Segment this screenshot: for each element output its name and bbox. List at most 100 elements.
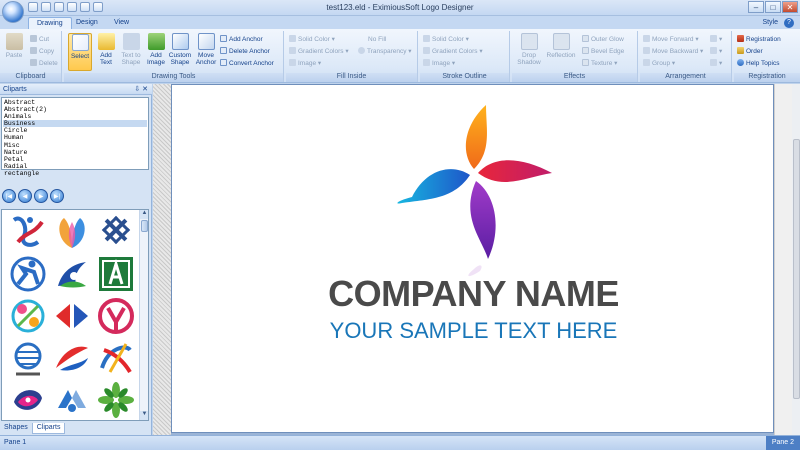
custom-shape-button[interactable]: Custom Shape (168, 33, 192, 66)
category-item[interactable]: Abstract(2) (3, 106, 147, 113)
category-item[interactable]: rectangle (3, 170, 147, 177)
workspace: COMPANY NAME YOUR SAMPLE TEXT HERE (153, 84, 800, 435)
outer-glow-button[interactable]: Outer Glow (582, 35, 624, 44)
stroke-gradient-colors-button[interactable]: Gradient Colors ▾ (423, 47, 483, 56)
clipart-thumbnail[interactable] (8, 212, 48, 252)
drop-shadow-button[interactable]: Drop Shadow (514, 33, 544, 66)
rotate-button[interactable]: ▾ (710, 59, 722, 68)
group-button[interactable]: Group ▾ (643, 59, 675, 68)
scroll-up-icon[interactable]: ▲ (140, 210, 148, 219)
previous-page-icon[interactable]: ◀ (18, 189, 32, 203)
stroke-solid-color-button[interactable]: Solid Color ▾ (423, 35, 469, 44)
add-anchor-button[interactable]: Add Anchor (220, 35, 263, 44)
clipart-thumbnail[interactable] (8, 254, 48, 294)
add-text-button[interactable]: Add Text (94, 33, 118, 66)
canvas-scrollbar[interactable] (774, 84, 800, 435)
category-item[interactable]: Nature (3, 149, 147, 156)
order-button[interactable]: Order (737, 47, 763, 56)
move-anchor-button[interactable]: Move Anchor (194, 33, 218, 66)
next-page-icon[interactable]: ▶ (34, 189, 48, 203)
company-name-text[interactable]: COMPANY NAME (172, 273, 775, 315)
move-backward-button[interactable]: Move Backward ▾ (643, 47, 703, 56)
category-item[interactable]: Misc (3, 142, 147, 149)
close-button[interactable]: ✕ (782, 1, 798, 13)
transparency-button[interactable]: Transparency ▾ (358, 47, 412, 56)
order-icon (737, 47, 744, 54)
clipart-thumbnail[interactable] (96, 296, 136, 336)
copy-icon (30, 47, 37, 54)
clipart-thumbnail[interactable] (52, 254, 92, 294)
category-item[interactable]: Abstract (3, 99, 147, 106)
category-item[interactable]: Radial (3, 163, 147, 170)
first-page-icon[interactable]: |◀ (2, 189, 16, 203)
convert-anchor-button[interactable]: Convert Anchor (220, 59, 274, 68)
align-button[interactable]: ▾ (710, 35, 722, 44)
fill-inside-group: Solid Color ▾ No Fill Gradient Colors ▾ … (286, 31, 418, 82)
arrangement-group-label: Arrangement (640, 73, 731, 82)
effects-group: Drop Shadow Reflection Outer Glow Bevel … (512, 31, 638, 82)
no-fill-button[interactable]: No Fill (368, 35, 386, 44)
fill-gradient-colors-button[interactable]: Gradient Colors ▾ (289, 47, 349, 56)
registration-group: Registration Order Help Topics Registrat… (734, 31, 800, 82)
flip-button[interactable]: ▾ (710, 47, 722, 56)
delete-anchor-button[interactable]: Delete Anchor (220, 47, 270, 56)
move-backward-icon (643, 47, 650, 54)
text-to-shape-button[interactable]: Text to Shape (119, 33, 143, 66)
move-forward-icon (643, 35, 650, 42)
clipart-thumbnail[interactable] (8, 380, 48, 420)
design-canvas[interactable]: COMPANY NAME YOUR SAMPLE TEXT HERE (171, 84, 774, 433)
clipart-thumbnail[interactable] (52, 296, 92, 336)
delete-icon (30, 59, 37, 66)
clipart-thumbnail[interactable] (8, 338, 48, 378)
align-icon (710, 35, 717, 42)
tagline-text[interactable]: YOUR SAMPLE TEXT HERE (172, 318, 775, 344)
category-item-selected[interactable]: Business (3, 120, 147, 128)
tab-cliparts[interactable]: Cliparts (31, 423, 66, 434)
pin-close-icons[interactable]: ⇩ ✕ (134, 85, 148, 93)
last-page-icon[interactable]: ▶| (50, 189, 64, 203)
fill-solid-color-button[interactable]: Solid Color ▾ (289, 35, 335, 44)
clipart-thumbnail[interactable] (96, 254, 136, 294)
move-forward-button[interactable]: Move Forward ▾ (643, 35, 699, 44)
drop-shadow-icon (520, 33, 538, 50)
canvas-scroll-thumb[interactable] (793, 139, 800, 399)
clipart-category-list[interactable]: Abstract Abstract(2) Animals Business Ci… (1, 97, 149, 177)
registration-button[interactable]: Registration (737, 35, 781, 44)
fill-image-button[interactable]: Image ▾ (289, 59, 321, 68)
clipart-thumbnail[interactable] (96, 212, 136, 252)
thumbnails-scrollbar[interactable]: ▲ ▼ (139, 210, 148, 420)
logo-graphic[interactable] (390, 99, 558, 279)
stroke-outline-group: Solid Color ▾ Gradient Colors ▾ Image ▾ … (420, 31, 510, 82)
tab-shapes[interactable]: Shapes (0, 423, 32, 434)
help-topics-button[interactable]: Help Topics (737, 59, 779, 68)
cut-button[interactable]: Cut (30, 35, 49, 44)
scroll-down-icon[interactable]: ▼ (140, 411, 148, 420)
bevel-edge-icon (582, 47, 589, 54)
clipart-thumbnail[interactable] (52, 380, 92, 420)
transparency-icon (358, 47, 365, 54)
clipart-thumbnail[interactable] (52, 338, 92, 378)
scroll-thumb[interactable] (141, 220, 148, 232)
add-image-button[interactable]: Add Image (144, 33, 168, 66)
delete-button[interactable]: Delete (30, 59, 58, 68)
clipart-thumbnail[interactable] (52, 212, 92, 252)
bevel-edge-button[interactable]: Bevel Edge (582, 47, 624, 56)
stroke-image-button[interactable]: Image ▾ (423, 59, 455, 68)
paste-button[interactable]: Paste (2, 33, 26, 59)
clipart-thumbnail[interactable] (96, 338, 136, 378)
select-button[interactable]: Select (68, 33, 92, 71)
clipart-thumbnail[interactable] (96, 380, 136, 420)
style-menu[interactable]: Style (762, 19, 778, 26)
maximize-button[interactable]: □ (765, 1, 781, 13)
category-item[interactable]: Circle (3, 127, 147, 134)
clipart-thumbnail[interactable] (8, 296, 48, 336)
category-item[interactable]: Petal (3, 156, 147, 163)
application-menu-button[interactable] (2, 1, 24, 23)
minimize-button[interactable]: – (748, 1, 764, 13)
help-icon[interactable]: ? (784, 18, 794, 28)
category-item[interactable]: Human (3, 134, 147, 141)
category-item[interactable]: Animals (3, 113, 147, 120)
copy-button[interactable]: Copy (30, 47, 54, 56)
texture-button[interactable]: Texture ▾ (582, 59, 617, 68)
reflection-button[interactable]: Reflection (546, 33, 576, 59)
